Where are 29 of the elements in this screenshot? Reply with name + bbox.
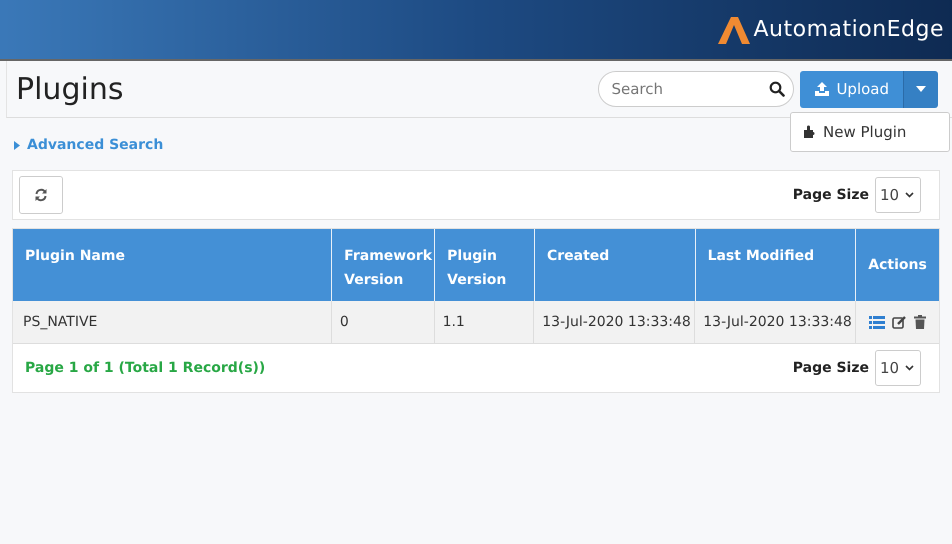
column-header: Actions <box>867 256 928 275</box>
refresh-icon <box>34 188 48 202</box>
edit-icon[interactable] <box>892 315 908 329</box>
chevron-icon <box>905 192 914 198</box>
table-cell: 13-Jul-2020 13:33:48 <box>695 301 856 343</box>
logo-text: AutomationEdge <box>754 17 944 42</box>
list-icon[interactable] <box>869 316 886 328</box>
puzzle-icon <box>803 124 817 138</box>
table-cell: 0 <box>332 301 435 343</box>
page-size-label: Page Size <box>792 187 869 203</box>
dropdown-toggle[interactable] <box>903 70 938 108</box>
caret-icon <box>14 140 20 150</box>
caret-icon <box>916 86 926 92</box>
logo-icon <box>716 14 752 44</box>
chevron-icon <box>905 365 914 371</box>
search-icon <box>769 81 786 97</box>
page-size-select[interactable]: 10 <box>875 350 921 386</box>
trash-icon[interactable] <box>914 315 926 329</box>
refresh-button[interactable] <box>19 176 63 214</box>
page-size-select[interactable]: 10 <box>875 177 921 213</box>
table-cell: 1.1 <box>434 301 534 343</box>
pagination-summary: Page 1 of 1 (Total 1 Record(s)) <box>25 360 266 376</box>
page-size-label: Page Size <box>792 360 869 376</box>
page-title: Plugins <box>16 72 124 106</box>
search-field[interactable]: Search <box>598 71 794 107</box>
table-cell: PS_NATIVE <box>13 301 332 343</box>
upload-icon <box>814 82 830 96</box>
table-cell: 13-Jul-2020 13:33:48 <box>534 301 696 343</box>
menu-item[interactable]: New Plugin <box>791 116 918 146</box>
